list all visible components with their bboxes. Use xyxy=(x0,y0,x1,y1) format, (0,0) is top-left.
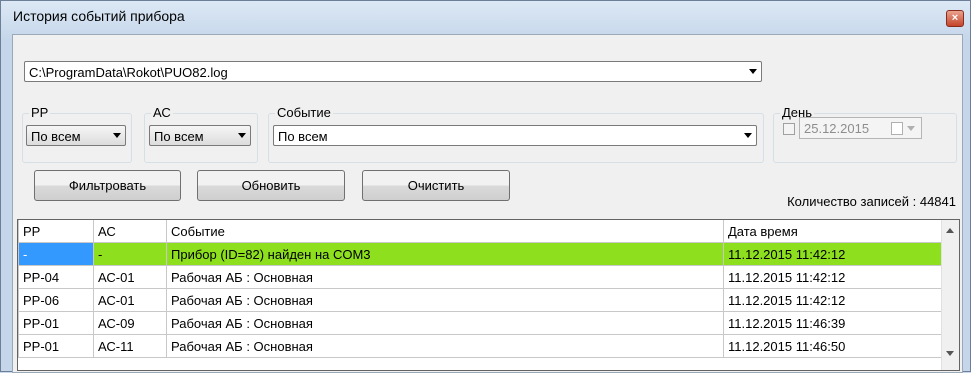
table-row[interactable]: РР-01 АС-09 Рабочая АБ : Основная 11.12.… xyxy=(18,311,943,335)
column-header-rr[interactable]: РР xyxy=(18,220,94,243)
chevron-down-icon xyxy=(907,126,915,131)
cell-event[interactable]: Прибор (ID=82) найден на COM3 xyxy=(166,242,724,266)
ac-filter-select[interactable]: По всем xyxy=(149,125,251,146)
vertical-scrollbar[interactable] xyxy=(941,220,959,370)
cell-ac[interactable]: АС-01 xyxy=(93,265,167,289)
close-button[interactable]: × xyxy=(946,10,964,27)
events-table[interactable]: РР АС Событие Дата время - - Прибор (ID=… xyxy=(17,219,960,371)
log-file-path: C:\ProgramData\Rokot\PUO82.log xyxy=(29,65,228,80)
table-row[interactable]: - - Прибор (ID=82) найден на COM3 11.12.… xyxy=(18,242,943,266)
chevron-down-icon xyxy=(238,133,246,138)
cell-rr[interactable]: РР-04 xyxy=(18,265,94,289)
event-filter-select[interactable]: По всем xyxy=(273,125,757,146)
filter-button[interactable]: Фильтровать xyxy=(34,170,181,201)
log-file-select[interactable]: C:\ProgramData\Rokot\PUO82.log xyxy=(24,61,762,82)
rr-filter-select[interactable]: По всем xyxy=(26,125,126,146)
title-bar[interactable]: История событий прибора × xyxy=(1,1,970,31)
table-row[interactable]: РР-04 АС-01 Рабочая АБ : Основная 11.12.… xyxy=(18,265,943,289)
refresh-button[interactable]: Обновить xyxy=(197,170,345,201)
dialog-body: C:\ProgramData\Rokot\PUO82.log РР По все… xyxy=(12,34,963,373)
cell-datetime[interactable]: 11.12.2015 11:42:12 xyxy=(723,242,943,266)
close-icon: × xyxy=(951,12,959,24)
table-row[interactable]: РР-06 АС-01 Рабочая АБ : Основная 11.12.… xyxy=(18,288,943,312)
cell-ac[interactable]: АС-11 xyxy=(93,334,167,358)
cell-datetime[interactable]: 11.12.2015 11:46:50 xyxy=(723,334,943,358)
day-filter-checkbox[interactable] xyxy=(783,123,795,135)
column-header-ac[interactable]: АС xyxy=(93,220,167,243)
cell-event[interactable]: Рабочая АБ : Основная xyxy=(166,288,724,312)
cell-ac[interactable]: АС-01 xyxy=(93,288,167,312)
event-filter-label: Событие xyxy=(275,105,333,120)
cell-event[interactable]: Рабочая АБ : Основная xyxy=(166,265,724,289)
cell-rr[interactable]: РР-01 xyxy=(18,311,94,335)
day-date-picker[interactable]: 25.12.2015 xyxy=(799,117,922,139)
cell-event[interactable]: Рабочая АБ : Основная xyxy=(166,334,724,358)
column-header-datetime[interactable]: Дата время xyxy=(723,220,943,243)
window-title: История событий прибора xyxy=(13,8,185,24)
scroll-down-icon[interactable] xyxy=(946,351,954,356)
rr-filter-label: РР xyxy=(29,105,51,120)
cell-rr[interactable]: - xyxy=(18,242,94,266)
day-date-value: 25.12.2015 xyxy=(804,121,870,136)
scroll-up-icon[interactable] xyxy=(946,228,954,233)
cell-datetime[interactable]: 11.12.2015 11:42:12 xyxy=(723,265,943,289)
cell-datetime[interactable]: 11.12.2015 11:42:12 xyxy=(723,288,943,312)
table-header-row: РР АС Событие Дата время xyxy=(18,220,943,243)
chevron-down-icon xyxy=(749,69,757,74)
event-filter-value: По всем xyxy=(278,129,328,144)
calendar-icon xyxy=(891,122,903,135)
cell-rr[interactable]: РР-01 xyxy=(18,334,94,358)
cell-event[interactable]: Рабочая АБ : Основная xyxy=(166,311,724,335)
rr-filter-value: По всем xyxy=(31,129,81,144)
event-history-window: История событий прибора × C:\ProgramData… xyxy=(0,0,971,373)
cell-datetime[interactable]: 11.12.2015 11:46:39 xyxy=(723,311,943,335)
chevron-down-icon xyxy=(113,133,121,138)
clear-button[interactable]: Очистить xyxy=(362,170,510,201)
ac-filter-label: АС xyxy=(151,105,173,120)
cell-ac[interactable]: - xyxy=(93,242,167,266)
ac-filter-value: По всем xyxy=(154,129,204,144)
cell-ac[interactable]: АС-09 xyxy=(93,311,167,335)
table-row[interactable]: РР-01 АС-11 Рабочая АБ : Основная 11.12.… xyxy=(18,334,943,358)
column-header-event[interactable]: Событие xyxy=(166,220,724,243)
cell-rr[interactable]: РР-06 xyxy=(18,288,94,312)
record-count: Количество записей : 44841 xyxy=(787,194,956,209)
chevron-down-icon xyxy=(744,133,752,138)
